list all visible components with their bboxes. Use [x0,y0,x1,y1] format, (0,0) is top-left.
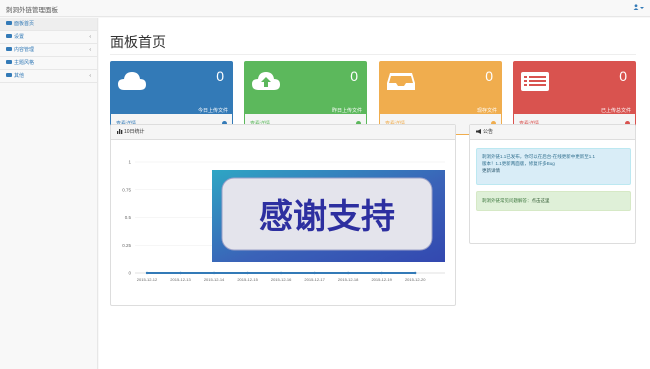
sidebar-item-label: 主题风格 [14,60,35,66]
inbox-icon [387,73,415,90]
update-details-link[interactable]: 更新详情 [482,168,500,173]
stat-caption: 今日上传文件 [197,108,228,114]
data-point [246,271,249,275]
y-tick-label: 0.5 [125,215,132,220]
sidebar-item-label: 其他 [14,73,25,79]
stat-value: 0 [619,68,627,84]
main-content: 面板首页 0 今日上传文件 查看详情 0 昨日上传文件 查看详情 0 现存文件 … [99,18,650,369]
stat-value: 0 [485,68,493,84]
top-navbar: 刺洞外链管理面板 [0,0,650,17]
wrench-icon [6,33,12,38]
sidebar-item-label: 设置 [14,34,25,40]
chevron-down-icon [640,7,644,10]
cloud-upload-icon [252,72,280,90]
chart-panel-title: 10日统计 [124,129,145,135]
data-point [414,271,417,275]
faq-text: 刺洞外链常见问题解答： [482,198,532,203]
data-point [313,271,316,275]
update-notice: 刺洞外链1.1已发布，你可以在后台-在线更新中更新至1.1 版本！1.1更新两面… [476,148,631,185]
dashboard-icon [6,20,12,25]
x-tick-label: 2015-12-14 [204,277,225,282]
y-tick-label: 0 [128,271,131,276]
stat-header: 0 今日上传文件 [111,62,232,116]
stat-caption: 已上传总文件 [600,108,631,114]
y-tick-label: 0.75 [122,187,131,192]
x-tick-label: 2015-12-15 [237,277,258,282]
x-tick-label: 2015-12-16 [271,277,292,282]
data-point [179,271,182,275]
y-tick-label: 0.25 [122,243,131,248]
notice-panel: 公告 刺洞外链1.1已发布，你可以在后台-在线更新中更新至1.1 版本！1.1更… [469,124,636,244]
stat-caption: 现存文件 [476,108,497,114]
notice-panel-title: 公告 [483,129,494,135]
list-icon [6,46,12,51]
x-tick-label: 2015-12-18 [338,277,359,282]
thanks-banner: 感谢支持 [212,170,445,262]
faq-notice: 刺洞外链常见问题解答：点击这里 [476,191,631,211]
x-tick-label: 2015-12-17 [304,277,325,282]
page-title: 面板首页 [110,35,166,51]
data-point [279,271,283,275]
x-tick-label: 2015-12-12 [137,277,158,282]
bullhorn-icon [476,129,481,135]
data-point [212,271,216,275]
sidebar-item-label: 面板首页 [14,21,35,27]
x-tick-label: 2015-12-20 [405,277,426,282]
stat-value: 0 [216,68,224,84]
cloud-icon [118,72,146,90]
faq-link[interactable]: 点击这里 [532,198,550,203]
x-tick-label: 2015-12-13 [170,277,191,282]
banner-text: 感谢支持 [259,197,395,237]
sidebar-item-settings[interactable]: 设置 ‹ [0,31,97,44]
stat-header: 0 现存文件 [380,62,501,116]
data-point [145,271,149,275]
divider [110,54,636,55]
list-alt-icon [521,72,549,91]
notice-panel-header: 公告 [470,125,635,140]
sidebar-item-dashboard[interactable]: 面板首页 [0,18,97,31]
user-icon [633,4,639,10]
chart-panel-header: 10日统计 [111,125,455,140]
stat-header: 0 已上传总文件 [514,62,635,116]
stat-caption: 昨日上传文件 [331,108,362,114]
bar-chart-icon [117,129,123,135]
chevron-left-icon: ‹ [89,73,91,79]
notice-line: 版本！1.1更新两面版，修复许多Bug [482,161,555,166]
palette-icon [6,59,12,64]
sidebar-item-other[interactable]: 其他 ‹ [0,70,97,83]
data-point [380,271,383,275]
y-tick-label: 1 [128,160,131,165]
sidebar-item-content[interactable]: 内容管理 ‹ [0,44,97,57]
user-menu[interactable] [633,4,644,12]
sidebar-item-label: 内容管理 [14,47,35,53]
chevron-left-icon: ‹ [89,34,91,40]
notice-line: 刺洞外链1.1已发布，你可以在后台-在线更新中更新至1.1 [482,154,596,159]
data-point [346,271,350,275]
app-title[interactable]: 刺洞外链管理面板 [6,4,58,14]
caret-icon [6,72,12,77]
sidebar-item-theme[interactable]: 主题风格 [0,57,97,70]
chevron-left-icon: ‹ [89,47,91,53]
stat-value: 0 [350,68,358,84]
x-tick-label: 2015-12-19 [371,277,392,282]
stat-header: 0 昨日上传文件 [245,62,366,116]
sidebar: 面板首页 设置 ‹ 内容管理 ‹ 主题风格 其他 ‹ [0,18,98,369]
